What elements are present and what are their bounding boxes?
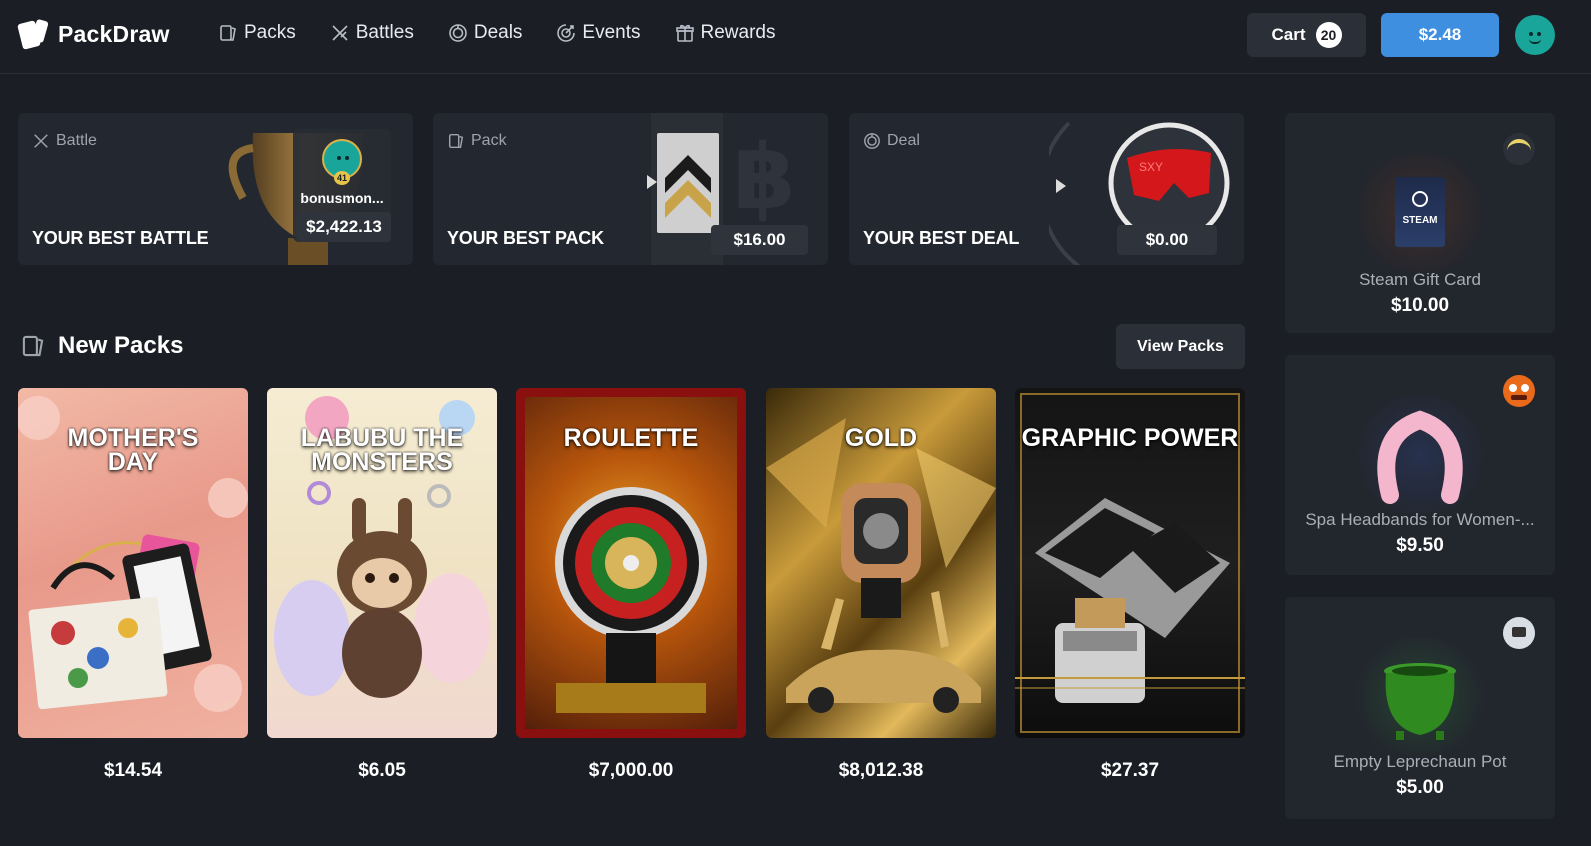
user-avatar	[1503, 133, 1535, 165]
pack-card-graphic-power[interactable]: GRAPHIC POWER	[1015, 388, 1245, 738]
pack-headline: YOUR BEST PACK	[447, 228, 604, 248]
brand-logo[interactable]: PackDraw	[17, 18, 170, 50]
drop-item-price: $9.50	[1396, 535, 1444, 556]
swords-icon	[34, 134, 48, 148]
winner-username: bonusmon...	[300, 190, 384, 206]
drop-item-name: Steam Gift Card	[1359, 270, 1481, 289]
pack-card-mothers-day[interactable]: MOTHER'S DAY	[18, 388, 248, 738]
pack-title: MOTHER'S DAY	[67, 424, 199, 476]
deal-headline: YOUR BEST DEAL	[863, 228, 1020, 248]
brand-name: PackDraw	[58, 20, 170, 47]
nav-events[interactable]: Events	[556, 22, 641, 44]
cart-count-badge: 20	[1315, 22, 1342, 48]
svg-text:SXY: SXY	[1139, 160, 1163, 174]
cards-icon	[220, 25, 236, 41]
pack-card-roulette[interactable]: ROULETTE	[516, 388, 746, 738]
balance-button[interactable]: $2.48	[1381, 13, 1499, 57]
pack-card-gold[interactable]: GOLD	[766, 388, 996, 738]
play-icon	[1056, 179, 1066, 193]
drop-item-price: $10.00	[1390, 295, 1450, 316]
steam-card-image: STEAM	[1395, 177, 1445, 247]
pack-tag: Pack	[447, 132, 507, 150]
nav-rewards[interactable]: Rewards	[675, 22, 776, 44]
pack-price: $16.00	[711, 225, 808, 255]
deal-price: $0.00	[1117, 225, 1217, 255]
drop-card[interactable]: STEAM Steam Gift Card $10.00	[1285, 113, 1555, 333]
pack-title: LABUBU THE MONSTERS	[300, 424, 464, 476]
play-icon	[647, 175, 657, 189]
headband-image	[1377, 410, 1463, 504]
drop-item-name: Spa Headbands for Women-...	[1305, 510, 1535, 529]
gift-icon	[675, 24, 694, 42]
battle-headline: YOUR BEST BATTLE	[32, 228, 209, 248]
pack-price-gold: $8,012.38	[838, 760, 924, 781]
pack-title: GOLD	[844, 424, 918, 452]
level-badge: 41	[334, 171, 350, 185]
best-deal-card[interactable]: SXY Deal $0.00 YOUR BEST DEAL	[849, 113, 1244, 265]
cards-icon	[22, 335, 44, 357]
deal-tag: Deal	[863, 132, 920, 150]
chevron-image	[657, 133, 719, 233]
pack-price-mothers-day: $14.54	[103, 760, 163, 781]
view-packs-button[interactable]: View Packs	[1116, 324, 1245, 369]
logo-icon	[17, 18, 49, 50]
cart-button[interactable]: Cart 20	[1247, 13, 1366, 57]
bitcoin-icon: ฿	[733, 128, 796, 228]
swords-icon	[332, 25, 348, 41]
battle-price: $2,422.13	[297, 212, 391, 242]
user-avatar	[1503, 617, 1535, 649]
dial-icon	[449, 24, 467, 42]
pack-title: ROULETTE	[563, 424, 699, 452]
pack-price-labubu: $6.05	[358, 760, 406, 781]
pack-title: GRAPHIC POWER	[1021, 424, 1239, 452]
best-pack-card[interactable]: ฿ Pack $16.00 YOUR BEST PACK	[433, 113, 828, 265]
pack-price-roulette: $7,000.00	[588, 760, 674, 781]
dial-icon	[864, 133, 880, 149]
drop-item-price: $5.00	[1396, 777, 1444, 798]
drop-item-name: Empty Leprechaun Pot	[1333, 752, 1507, 771]
battle-tag: Battle	[32, 132, 97, 150]
best-battle-card[interactable]: Battle 41 bonusmon... $2,422.13 YOUR BES…	[18, 113, 413, 265]
cards-icon	[448, 133, 464, 149]
top-nav: PackDraw Packs Battles Deals Events Rewa…	[0, 0, 1591, 74]
new-packs-title: New Packs	[20, 332, 183, 360]
nav-packs[interactable]: Packs	[218, 22, 296, 44]
user-avatar[interactable]	[1515, 15, 1555, 55]
nav-links: Packs Battles Deals Events Rewards	[218, 22, 776, 44]
pot-image	[1384, 663, 1456, 740]
target-icon	[557, 24, 576, 42]
nav-deals[interactable]: Deals	[448, 22, 522, 44]
user-avatar	[1503, 375, 1535, 407]
nav-battles[interactable]: Battles	[330, 22, 414, 44]
pack-card-labubu[interactable]: LABUBU THE MONSTERS	[267, 388, 497, 738]
drop-card[interactable]: Spa Headbands for Women-... $9.50	[1285, 355, 1555, 575]
drop-card[interactable]: Empty Leprechaun Pot $5.00	[1285, 597, 1555, 819]
pack-price-graphic-power: $27.37	[1100, 760, 1160, 781]
